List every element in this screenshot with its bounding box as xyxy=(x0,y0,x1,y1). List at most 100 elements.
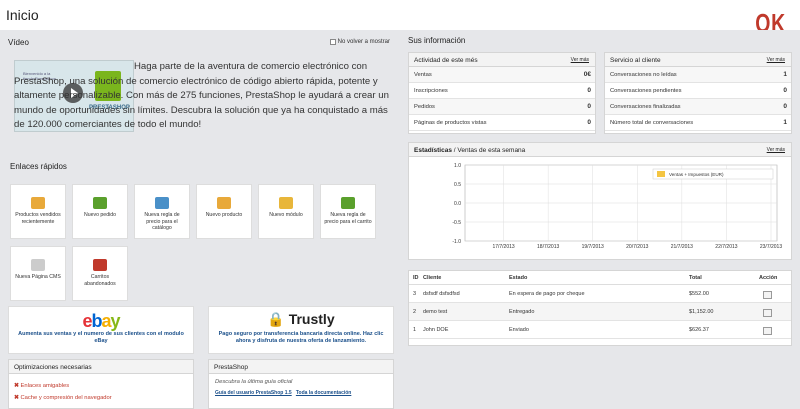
view-icon[interactable] xyxy=(763,327,772,335)
quick-link-item[interactable]: Nuevo pedido xyxy=(72,184,128,239)
activity-title: Actividad de este més xyxy=(414,57,478,64)
ebay-banner[interactable]: ebay Aumenta sus ventas y el numero de s… xyxy=(8,306,194,354)
quick-link-item[interactable]: Nueva regla de precio para el carrito xyxy=(320,184,376,239)
left-column: Vídeo No volver a mostrar Bienvenido a l… xyxy=(6,34,396,409)
video-header: Vídeo No volver a mostrar xyxy=(6,34,396,50)
quick-link-label: Nueva regla de precio para el catálogo xyxy=(144,212,180,231)
puzzle-icon xyxy=(279,197,293,209)
ebay-text: Aumenta sus ventas y el numero de sus cl… xyxy=(18,331,184,344)
trustly-logo-text: Trustly xyxy=(288,311,335,327)
quick-link-item[interactable]: Nueva Página CMS xyxy=(10,246,66,301)
quick-link-label: Productos vendidos recientemente xyxy=(15,212,61,225)
quick-links-title: Enlaces rápidos xyxy=(10,162,67,171)
view-icon[interactable] xyxy=(763,309,772,317)
stat-value: 0€ xyxy=(583,71,591,78)
cell-status: Enviado xyxy=(509,327,529,333)
stat-label: Conversaciones pendientes xyxy=(610,88,682,94)
table-row[interactable]: 1 John DOE Enviado $626.37 xyxy=(409,321,791,339)
stat-row: Inscripciones 0 xyxy=(409,83,595,99)
checkbox-icon[interactable] xyxy=(329,39,336,45)
optimizations-title: Optimizaciones necesarias xyxy=(9,360,193,374)
optimization-item[interactable]: ✖ Enlaces amigables xyxy=(14,380,188,392)
col-client: Cliente xyxy=(423,275,442,281)
cell-status: Entregado xyxy=(509,309,535,315)
quick-link-label: Nuevo módulo xyxy=(269,212,303,218)
quick-link-label: Nuevo pedido xyxy=(83,212,116,218)
stat-row: Conversaciones finalizadas 0 xyxy=(605,99,791,115)
cell-client: John DOE xyxy=(423,327,449,333)
stats-title-bold: Estadísticas xyxy=(414,147,452,154)
right-column: Sus información Actividad de este més Ver… xyxy=(406,34,794,404)
cell-id: 2 xyxy=(413,309,417,315)
stat-row: Ventas 0€ xyxy=(409,67,595,83)
guide-link[interactable]: Guía del usuario PrestaShop 1.5 xyxy=(215,390,292,396)
y-tick-label: 0.5 xyxy=(454,182,461,188)
optimization-item[interactable]: ✖ Cache y compresión del navegador xyxy=(14,392,188,404)
activity-more-link[interactable]: Ver más xyxy=(571,57,589,63)
stat-label: Páginas de productos vistas xyxy=(414,120,487,126)
y-tick-label: 0.0 xyxy=(454,201,461,207)
sales-chart: 1.0 0.5 0.0 -0.5 -1.0 17/7/2013 18/7/2013 19/7/… xyxy=(452,163,782,250)
stat-row: Páginas de productos vistas 0 xyxy=(409,115,595,131)
optimizations-panel: Optimizaciones necesarias ✖ Enlaces amig… xyxy=(8,359,194,409)
stat-value: 0 xyxy=(587,119,591,126)
cell-status: En espera de pago por cheque xyxy=(509,291,585,297)
quick-link-item[interactable]: Nuevo producto xyxy=(196,184,252,239)
stat-value: 1 xyxy=(783,71,787,78)
view-icon[interactable] xyxy=(763,291,772,299)
x-tick-label: 22/7/2013 xyxy=(715,244,737,250)
hide-video-toggle[interactable]: No volver a mostrar xyxy=(329,39,390,45)
cell-client: dsfsdf dsfsdfsd xyxy=(423,291,460,297)
stat-label: Inscripciones xyxy=(414,88,448,94)
table-row[interactable]: 2 demo test Entregado $1,152.00 xyxy=(409,303,791,321)
trustly-logo: 🔒 Trustly xyxy=(267,311,335,327)
prestashop-tagline: Descubra la última guía oficial xyxy=(215,379,293,385)
stat-row: Pedidos 0 xyxy=(409,99,595,115)
stat-label: Conversaciones no leídas xyxy=(610,72,677,78)
dashboard: Vídeo No volver a mostrar Bienvenido a l… xyxy=(0,30,800,409)
cart-price-icon xyxy=(341,197,355,209)
docs-link[interactable]: Toda la documentación xyxy=(296,390,351,396)
optimizations-list: ✖ Enlaces amigables ✖ Cache y compresión… xyxy=(9,374,193,409)
y-tick-label: -0.5 xyxy=(452,220,461,226)
optimization-label: Enlaces amigables xyxy=(20,383,70,389)
cart-add-icon xyxy=(93,197,107,209)
x-tick-label: 17/7/2013 xyxy=(492,244,514,250)
cell-id: 3 xyxy=(413,291,417,297)
legend-swatch xyxy=(657,171,665,177)
box-add-icon xyxy=(217,197,231,209)
cell-id: 1 xyxy=(413,327,417,333)
ebay-logo: ebay xyxy=(82,311,120,331)
quick-link-label: Nuevo producto xyxy=(205,212,243,218)
stats-title-rest: / Ventas de esta semana xyxy=(451,147,526,154)
x-tick-label: 20/7/2013 xyxy=(626,244,648,250)
stat-value: 1 xyxy=(783,119,787,126)
quick-link-item[interactable]: Carritos abandonados xyxy=(72,246,128,301)
hide-video-label: No volver a mostrar xyxy=(337,39,390,45)
video-description: Haga parte de la aventura de comercio el… xyxy=(14,61,389,131)
stat-label: Número total de conversaciones xyxy=(610,120,694,126)
quick-link-item[interactable]: Nuevo módulo xyxy=(258,184,314,239)
table-header: ID Cliente Estado Total Acción xyxy=(409,271,791,285)
stats-more-link[interactable]: Ver más xyxy=(767,147,785,153)
optimization-label: Cache y compresión del navegador xyxy=(20,395,112,401)
x-tick-label: 23/7/2013 xyxy=(760,244,782,250)
cell-total: $626.37 xyxy=(689,327,709,333)
table-row[interactable]: 3 dsfsdf dsfsdfsd En espera de pago por ch… xyxy=(409,285,791,303)
stat-row: Conversaciones pendientes 0 xyxy=(605,83,791,99)
page-add-icon xyxy=(31,259,45,271)
col-status: Estado xyxy=(509,275,528,281)
stats-panel: Estadísticas / Ventas de esta semana Ver … xyxy=(408,142,792,260)
quick-link-item[interactable]: Nueva regla de precio para el catálogo xyxy=(134,184,190,239)
stat-value: 0 xyxy=(587,103,591,110)
prestashop-title: PrestaShop xyxy=(209,360,393,374)
stat-row: Conversaciones no leídas 1 xyxy=(605,67,791,83)
quick-link-label: Nueva Página CMS xyxy=(15,274,61,280)
quick-link-item[interactable]: Productos vendidos recientemente xyxy=(10,184,66,239)
page-title: Inicio xyxy=(6,7,39,23)
stat-row: Número total de conversaciones 1 xyxy=(605,115,791,131)
y-tick-label: -1.0 xyxy=(452,239,461,245)
service-more-link[interactable]: Ver más xyxy=(767,57,785,63)
activity-header: Actividad de este més Ver más xyxy=(409,53,595,67)
trustly-banner[interactable]: 🔒 Trustly Pago seguro por transferencia … xyxy=(208,306,394,354)
